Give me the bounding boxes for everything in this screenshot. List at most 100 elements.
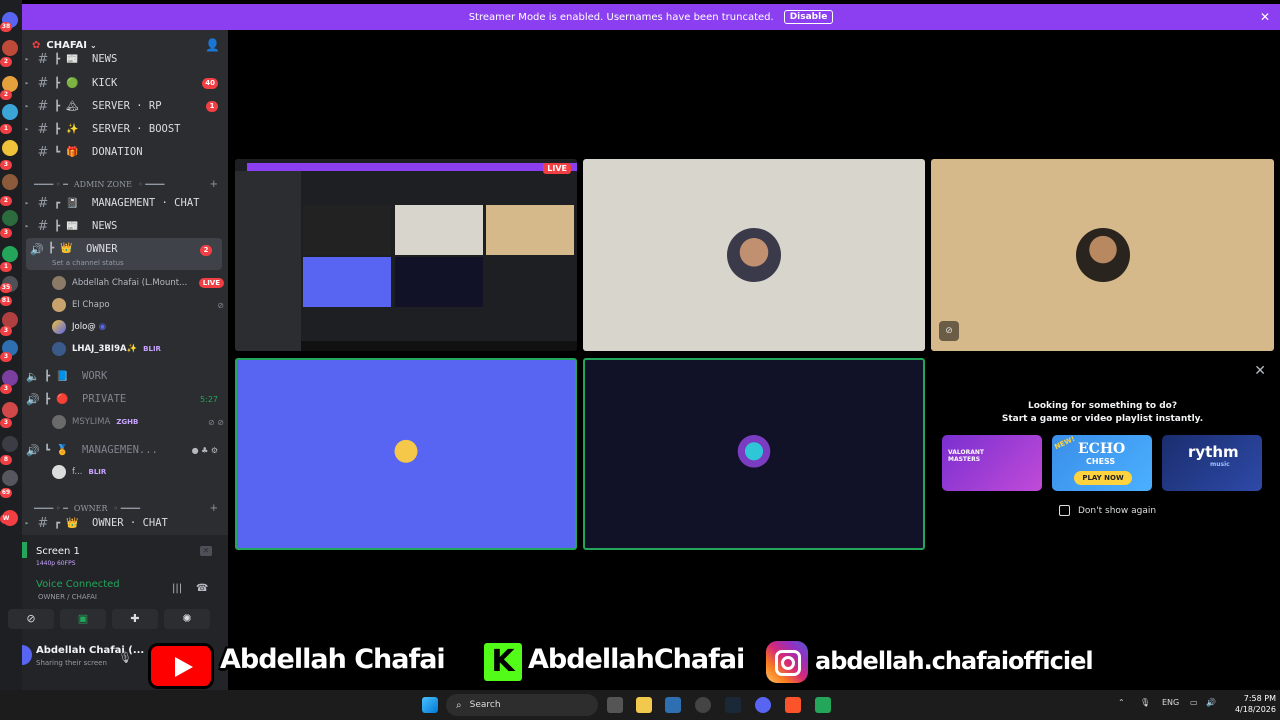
voice-user[interactable]: f... BLIR <box>52 462 224 482</box>
hash-icon: # <box>37 121 49 137</box>
hash-icon: # <box>37 98 49 114</box>
category-admin-zone[interactable]: ━━━━ ◦ ━ ADMIN ZONE ◦ ━━━━ + <box>34 177 224 191</box>
channel-server-boost[interactable]: ▸ # ┣ ✨ SERVER · BOOST <box>22 118 228 140</box>
network-icon[interactable]: ▭ <box>1190 698 1198 707</box>
stream-tile[interactable]: LIVE <box>235 159 577 351</box>
voice-channel-management[interactable]: 🔊 ┗ 🏅 MANAGEMEN... ● ♣ ⚙ <box>22 439 228 461</box>
screen-share-icon[interactable]: ▣ <box>60 609 106 629</box>
server-badge: 2 <box>0 196 12 206</box>
discord-window: 38 2 2 1 3 2 3 1 35 81 3 3 3 3 8 69 W St… <box>0 0 1280 720</box>
channel-settings-icon[interactable]: ● ♣ ⚙ <box>192 446 218 455</box>
input-language[interactable]: ENG <box>1162 698 1179 707</box>
activity-card-valorant[interactable]: VALORANT MASTERS <box>942 435 1042 491</box>
voice-channel-private[interactable]: 🔊 ┣ 🔴 PRIVATE 5:27 <box>22 388 228 410</box>
soundboard-icon[interactable]: ✺ <box>164 609 210 629</box>
avatar <box>22 645 32 665</box>
microphone-icon[interactable]: 🎙 <box>118 651 132 664</box>
search-label: Search <box>469 700 501 710</box>
brave-icon[interactable] <box>785 697 801 713</box>
channel-donation[interactable]: # ┗ 🎁 DONATION <box>22 141 228 163</box>
microphone-icon[interactable]: 🎙 <box>1140 698 1150 707</box>
server-icon[interactable] <box>2 174 18 190</box>
chevron-up-icon[interactable]: ⌃ <box>1118 698 1125 707</box>
volume-icon[interactable]: 🔊 <box>1206 698 1216 707</box>
channel-news[interactable]: ▸ # ┣ 📰 NEWS <box>22 52 228 66</box>
signal-icon[interactable]: ||| <box>172 583 182 594</box>
taskbar-search[interactable]: ⌕ Search <box>446 694 598 716</box>
card-label: ECHO <box>1078 441 1126 457</box>
nitro-icon: ◉ <box>98 322 107 332</box>
server-icon[interactable] <box>2 470 18 486</box>
chevron-right-icon: ▸ <box>24 55 30 63</box>
chevron-right-icon: ▸ <box>24 125 30 133</box>
server-icon[interactable] <box>2 104 18 120</box>
dont-show-again-checkbox[interactable]: Don't show again <box>1059 505 1156 516</box>
task-view-icon[interactable] <box>607 697 623 713</box>
voice-channel-work[interactable]: 🔈 ┣ 📘 WORK <box>22 365 228 387</box>
hash-icon: # <box>37 195 49 211</box>
app-icon[interactable] <box>815 697 831 713</box>
server-icon[interactable] <box>2 140 18 156</box>
close-icon[interactable]: ✕ <box>1260 10 1270 24</box>
voice-user[interactable]: LHAJ_3BI9A✨ BLIR <box>52 339 224 359</box>
disable-button[interactable]: Disable <box>783 10 834 24</box>
server-icon[interactable] <box>2 402 18 418</box>
speaker-icon: 🔈 <box>26 369 40 383</box>
discord-icon[interactable] <box>755 697 771 713</box>
server-badge: 3 <box>0 160 12 170</box>
file-explorer-icon[interactable] <box>636 697 652 713</box>
chevron-right-icon: ▸ <box>24 199 30 207</box>
voice-user[interactable]: MSYLIMA ZGHB ⊘ ⊘ <box>52 412 224 432</box>
participant-tile[interactable]: ⊘ <box>931 159 1274 351</box>
stop-stream-icon[interactable]: ✕ <box>200 546 212 556</box>
channel-emoji: 📰 <box>66 220 79 232</box>
camera-app-icon[interactable] <box>665 697 681 713</box>
system-clock[interactable]: 7:58 PM 4/18/2026 <box>1226 693 1276 715</box>
user-status: Sharing their screen <box>36 659 107 667</box>
app-icon[interactable] <box>695 697 711 713</box>
channel-server-rp[interactable]: ▸ # ┣ 🏔 SERVER · RP 1 <box>22 95 228 117</box>
play-now-button[interactable]: PLAY NOW <box>1074 471 1132 485</box>
add-friend-icon[interactable]: 👤 <box>205 38 220 52</box>
speaker-icon: 🔊 <box>26 392 40 406</box>
channel-management-chat[interactable]: ▸ # ┏ 📓 MANAGEMENT · CHAT <box>22 192 228 214</box>
chevron-right-icon: ▸ <box>24 102 30 110</box>
channel-emoji: 📰 <box>66 53 79 65</box>
disconnect-icon[interactable]: ☎ <box>196 583 208 594</box>
channel-status-hint[interactable]: Set a channel status <box>52 259 124 267</box>
category-owner[interactable]: ━━━━ ◦ ━ OWNER ◦ ━━━━ + <box>34 501 224 515</box>
channel-owner-chat[interactable]: ▸ # ┏ 👑 OWNER · CHAT <box>22 516 228 530</box>
checkbox-label: Don't show again <box>1078 505 1157 516</box>
plus-icon[interactable]: + <box>210 503 218 514</box>
server-icon[interactable] <box>2 246 18 262</box>
plus-icon[interactable]: + <box>210 179 218 190</box>
channel-kick[interactable]: ▸ # ┣ 🟢 KICK 40 <box>22 72 228 94</box>
channel-admin-news[interactable]: ▸ # ┣ 📰 NEWS <box>22 215 228 237</box>
activity-card-rythm[interactable]: rythm music <box>1162 435 1262 491</box>
participant-tile[interactable] <box>235 358 577 550</box>
server-badge: 35 <box>0 283 12 293</box>
steam-icon[interactable] <box>725 697 741 713</box>
avatar <box>1075 228 1130 282</box>
voice-connected-label[interactable]: Voice Connected <box>36 579 120 590</box>
voice-channel-path[interactable]: OWNER / CHAFAI <box>38 593 97 601</box>
voice-user[interactable]: Jolo@ ◉ <box>52 317 224 337</box>
server-badge: 2 <box>0 90 12 100</box>
category-name: OWNER <box>73 503 108 513</box>
participant-tile[interactable] <box>583 159 925 351</box>
windows-start-icon[interactable] <box>422 697 438 713</box>
clan-tag: ZGHB <box>116 418 139 426</box>
camera-off-icon[interactable]: ⊘ <box>8 609 54 629</box>
channel-emoji: 🟢 <box>66 77 79 89</box>
channel-name: WORK <box>82 370 108 382</box>
voice-user[interactable]: El Chapo ⊘ <box>52 295 224 315</box>
server-icon[interactable] <box>2 436 18 452</box>
activity-card-echo-chess[interactable]: NEW! ECHO CHESS PLAY NOW <box>1052 435 1152 491</box>
activities-icon[interactable]: ✚ <box>112 609 158 629</box>
server-icon[interactable] <box>2 210 18 226</box>
close-icon[interactable]: ✕ <box>1254 363 1266 379</box>
server-icon[interactable] <box>2 40 18 56</box>
participant-tile[interactable] <box>583 358 925 550</box>
voice-user[interactable]: Abdellah Chafai (L.Mount... LIVE <box>52 273 224 293</box>
server-badge: 3 <box>0 228 12 238</box>
